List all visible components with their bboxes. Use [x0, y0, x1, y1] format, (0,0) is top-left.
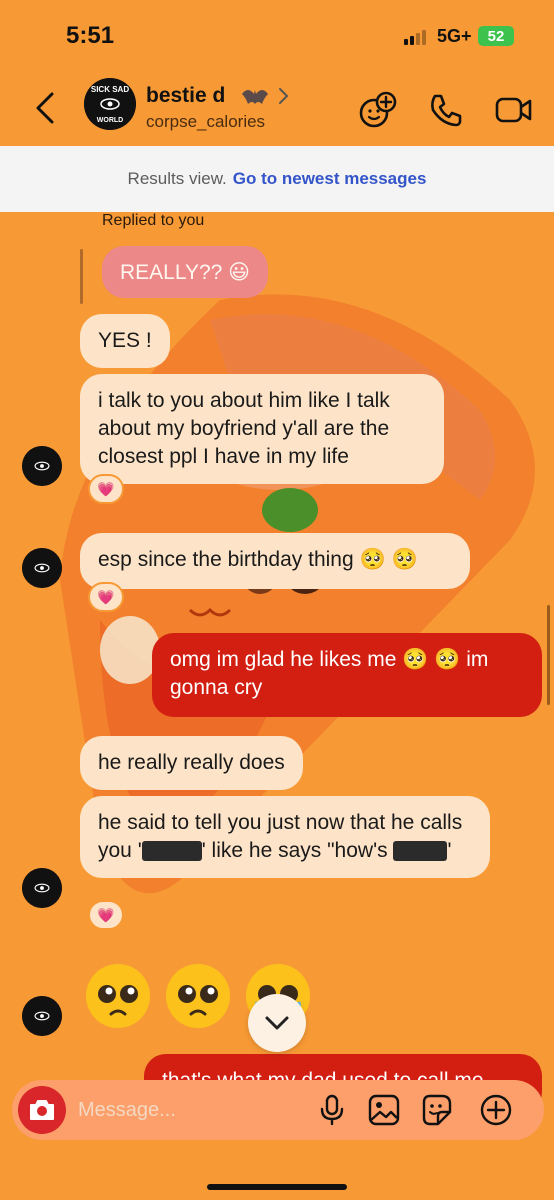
reply-indicator	[80, 249, 83, 304]
avatar[interactable]	[22, 446, 62, 486]
back-arrow-icon[interactable]	[30, 88, 60, 128]
chevron-right-icon[interactable]	[277, 86, 291, 106]
camera-icon	[30, 1100, 54, 1120]
message-text: omg im glad he likes me	[170, 648, 397, 671]
scrollbar[interactable]	[547, 605, 550, 705]
signal-icon	[404, 30, 426, 45]
video-call-icon[interactable]	[494, 90, 534, 130]
camera-button[interactable]	[18, 1086, 66, 1134]
pleading-face-emoji-icon: 🥺 🥺	[402, 648, 461, 671]
status-bar: 5:51 5G+ 52	[0, 0, 554, 70]
microphone-icon[interactable]	[314, 1092, 350, 1128]
avatar[interactable]	[22, 548, 62, 588]
battery-icon: 52	[478, 26, 514, 46]
reaction-emoji: 💗	[97, 906, 115, 923]
chat-username[interactable]: corpse_calories	[146, 112, 265, 132]
message-text: YES !	[98, 329, 152, 352]
scroll-to-bottom-button[interactable]	[248, 994, 306, 1052]
results-view-banner: Results view. Go to newest messages	[0, 146, 554, 212]
message-composer	[12, 1080, 544, 1140]
results-view-text: Results view.	[127, 169, 227, 188]
bat-emoji-icon	[242, 90, 268, 104]
quoted-message[interactable]: REALLY?? 😃	[102, 246, 269, 298]
go-to-newest-link[interactable]: Go to newest messages	[233, 169, 427, 189]
avatar[interactable]	[22, 868, 62, 908]
battery-level: 52	[487, 27, 505, 45]
message-text: ' like he says "how's	[201, 839, 388, 862]
add-icon[interactable]	[478, 1092, 514, 1128]
reaction-emoji: 💗	[97, 480, 115, 497]
network-type: 5G+	[437, 26, 472, 46]
avatar[interactable]	[22, 996, 62, 1036]
heart-reaction[interactable]: 💗	[88, 900, 124, 930]
phone-call-icon[interactable]	[426, 90, 466, 130]
message-text: esp since the birthday thing	[98, 548, 354, 571]
heart-reaction[interactable]: 💗	[88, 582, 124, 612]
message-bubble-incoming[interactable]: esp since the birthday thing 🥺 🥺	[80, 533, 470, 589]
status-time: 5:51	[66, 22, 115, 49]
heart-reaction[interactable]: 💗	[88, 474, 124, 504]
redacted-text	[141, 841, 202, 862]
message-bubble-outgoing[interactable]: omg im glad he likes me 🥺 🥺 im gonna cry	[152, 633, 542, 717]
quoted-message-text: REALLY?? 😃	[120, 261, 251, 284]
redacted-text	[393, 841, 448, 862]
message-bubble-incoming[interactable]: he said to tell you just now that he cal…	[80, 796, 490, 878]
pleading-face-emoji-icon: 🥺 🥺	[359, 548, 418, 571]
sticker-icon[interactable]	[418, 1092, 454, 1128]
message-text: i talk to you about him like I talk abou…	[98, 389, 390, 468]
chat-header: SICK SAD WORLD bestie d corpse_calories	[0, 70, 554, 146]
message-text: he really really does	[98, 751, 285, 774]
reaction-emoji: 💗	[97, 588, 115, 605]
effects-icon[interactable]	[358, 90, 398, 130]
chevron-down-icon	[265, 1016, 289, 1030]
message-bubble-incoming[interactable]: he really really does	[80, 736, 303, 790]
avatar[interactable]: SICK SAD WORLD	[84, 78, 136, 130]
pleading-face-emoji-icon[interactable]	[84, 962, 152, 1030]
replied-label: Replied to you	[102, 212, 205, 229]
message-text: '	[447, 839, 452, 862]
gallery-icon[interactable]	[366, 1092, 402, 1128]
message-bubble-incoming[interactable]: i talk to you about him like I talk abou…	[80, 374, 444, 484]
message-list[interactable]: Replied to you REALLY?? 😃 YES ! i talk t…	[0, 212, 554, 1114]
pleading-face-emoji-icon[interactable]	[164, 962, 232, 1030]
message-bubble-incoming[interactable]: YES !	[80, 314, 170, 368]
avatar-bottom-text: WORLD	[97, 117, 123, 124]
chat-name[interactable]: bestie d	[146, 84, 225, 108]
message-input[interactable]	[78, 1090, 298, 1130]
home-indicator[interactable]	[207, 1184, 347, 1190]
avatar-top-text: SICK SAD	[91, 85, 129, 94]
